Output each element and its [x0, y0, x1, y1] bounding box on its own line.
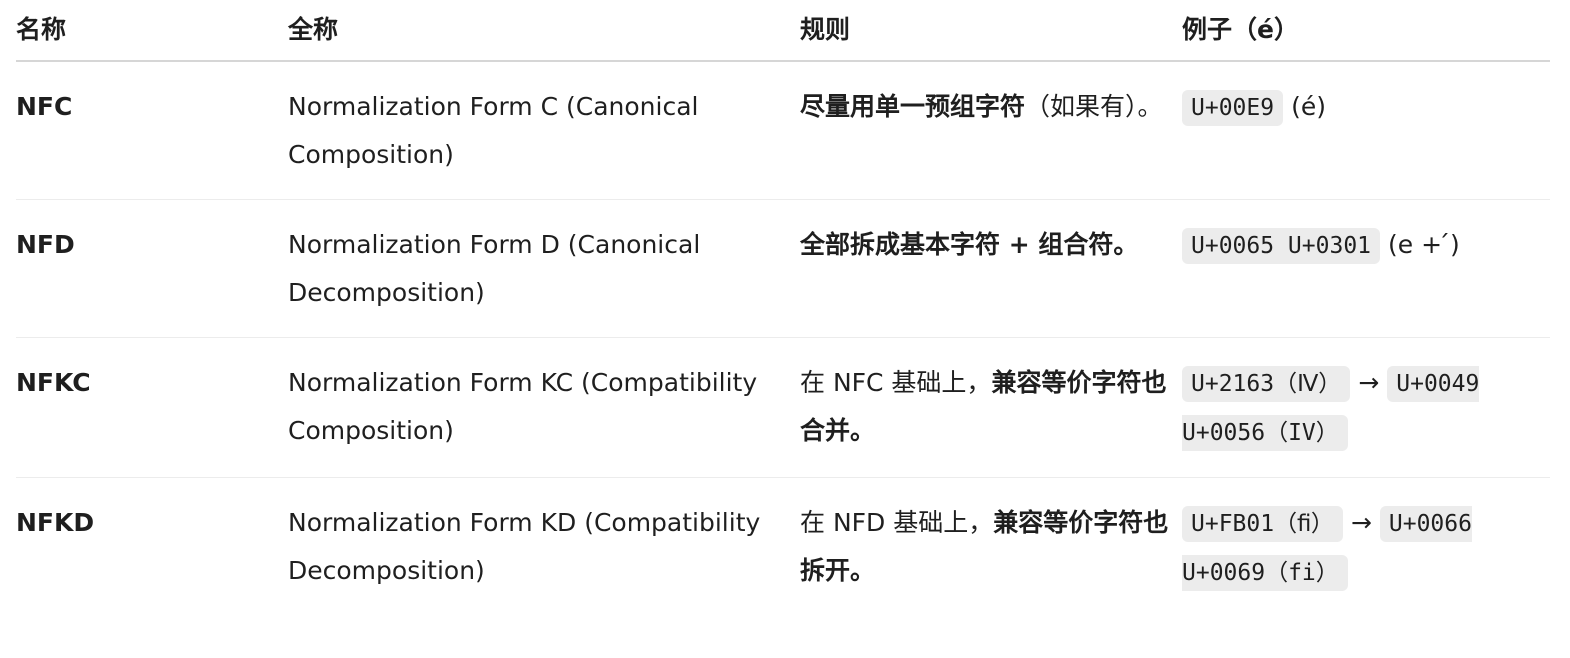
cell-rule: 在 NFD 基础上，兼容等价字符也拆开。 — [800, 478, 1182, 618]
rule-suffix-text: （如果有）。 — [1025, 92, 1163, 121]
table-header-row: 名称 全称 规则 例子（é） — [16, 0, 1550, 62]
header-full-name: 全称 — [288, 0, 800, 62]
example-code: U+0065 U+0301 — [1182, 228, 1381, 264]
rule-bold-text: 全部拆成基本字符 + 组合符。 — [800, 230, 1139, 259]
table-row-nfkc: NFKC Normalization Form KC (Compatibilit… — [16, 337, 1550, 478]
cell-name: NFKD — [16, 508, 95, 537]
right-arrow-icon: → — [1358, 368, 1380, 397]
cell-rule: 全部拆成基本字符 + 组合符。 — [800, 199, 1182, 338]
example-code-source: U+2163（Ⅳ） — [1182, 366, 1351, 402]
example-text: (é) — [1291, 92, 1326, 121]
right-arrow-icon: → — [1350, 508, 1372, 537]
normalization-table-container: 名称 全称 规则 例子（é） NFC Normalization Form C … — [16, 0, 1550, 617]
rule-prefix-text: 在 NFC 基础上， — [800, 368, 992, 397]
rule-prefix-text: 在 NFD 基础上， — [800, 508, 994, 537]
cell-full-name: Normalization Form KC (Compatibility Com… — [288, 337, 800, 478]
cell-example: U+00E9 (é) — [1182, 61, 1550, 200]
example-code: U+00E9 — [1182, 90, 1284, 126]
cell-rule: 在 NFC 基础上，兼容等价字符也合并。 — [800, 337, 1182, 478]
normalization-forms-table: 名称 全称 规则 例子（é） NFC Normalization Form C … — [16, 0, 1550, 617]
cell-example: U+2163（Ⅳ） → U+0049 U+0056（IV） — [1182, 337, 1550, 478]
cell-full-name: Normalization Form KD (Compatibility Dec… — [288, 508, 761, 585]
table-row-nfkd: NFKD Normalization Form KD (Compatibilit… — [16, 478, 1550, 618]
example-code-source: U+FB01（ﬁ） — [1182, 506, 1343, 542]
header-rule: 规则 — [800, 0, 1182, 62]
cell-full-name: Normalization Form C (Canonical Composit… — [288, 61, 800, 200]
table-row-nfc: NFC Normalization Form C (Canonical Comp… — [16, 61, 1550, 200]
table-row-nfd: NFD Normalization Form D (Canonical Deco… — [16, 199, 1550, 338]
cell-name: NFKC — [16, 337, 288, 478]
cell-example: U+FB01（ﬁ） → U+0066 U+0069（fi） — [1182, 478, 1550, 618]
cell-name: NFD — [16, 199, 288, 338]
header-example: 例子（é） — [1182, 0, 1550, 62]
cell-name: NFC — [16, 61, 288, 200]
cell-rule: 尽量用单一预组字符（如果有）。 — [800, 61, 1182, 200]
header-name: 名称 — [16, 0, 288, 62]
rule-bold-text: 尽量用单一预组字符 — [800, 92, 1026, 121]
cell-full-name: Normalization Form D (Canonical Decompos… — [288, 199, 800, 338]
cell-example: U+0065 U+0301 (e + ́) — [1182, 199, 1550, 338]
example-text: (e + ́) — [1388, 230, 1460, 259]
